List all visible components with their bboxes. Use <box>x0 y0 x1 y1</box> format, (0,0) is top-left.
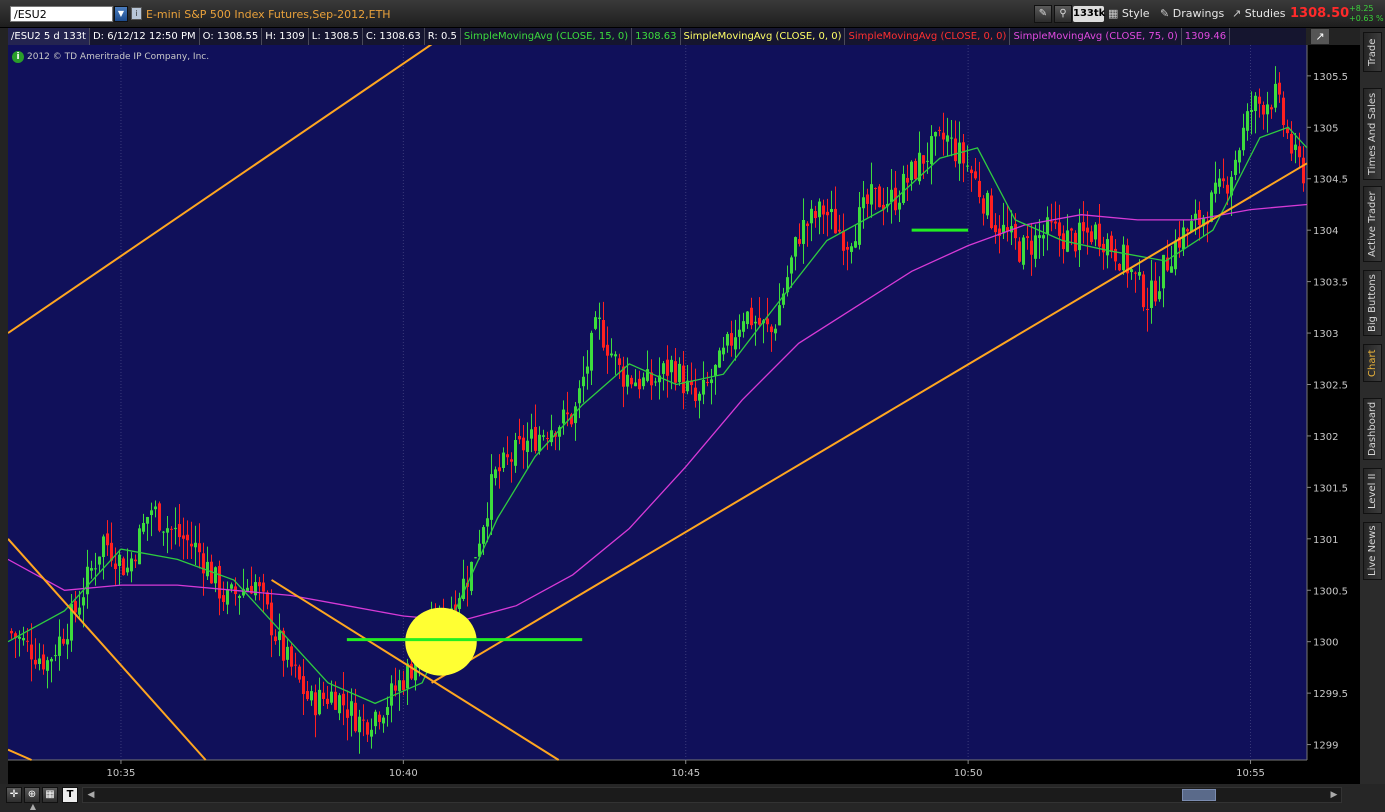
price-tick-label: 1303 <box>1313 329 1338 340</box>
studies-label: Studies <box>1244 7 1286 20</box>
chart-settings-icon[interactable]: ↗ <box>1310 28 1330 45</box>
tab-trade[interactable]: Trade <box>1363 32 1382 72</box>
tab-big-buttons[interactable]: Big Buttons <box>1363 270 1382 336</box>
last-price: 1308.50 <box>1290 6 1350 21</box>
symbol-dropdown-button[interactable]: ▼ <box>114 6 128 22</box>
instrument-description: E-mini S&P 500 Index Futures,Sep-2012,ET… <box>146 8 391 21</box>
time-tick-label: 10:45 <box>671 768 700 779</box>
time-tick-label: 10:55 <box>1236 768 1265 779</box>
bar-date: D: 6/12/12 12:50 PM <box>90 28 200 45</box>
bottom-toolbar: ✛ ⊕ ▦ T ◀ ▶ ▲ <box>0 784 1385 812</box>
chart-window: /ESU2 ▼ i E-mini S&P 500 Index Futures,S… <box>0 0 1385 812</box>
candle <box>122 556 125 576</box>
studies-icon: ↗ <box>1232 7 1242 20</box>
price-tick-label: 1300.5 <box>1313 586 1348 597</box>
candle <box>878 184 881 208</box>
price-tick-label: 1304 <box>1313 226 1338 237</box>
price-tick-label: 1304.5 <box>1313 175 1348 186</box>
time-tick-label: 10:40 <box>389 768 418 779</box>
candle <box>1118 263 1121 272</box>
info-icon[interactable]: i <box>12 51 24 63</box>
horizontal-scrollbar[interactable] <box>82 787 1342 803</box>
candle <box>718 347 721 368</box>
tab-times-and-sales[interactable]: Times And Sales <box>1363 88 1382 180</box>
pencil-icon: ✎ <box>1160 7 1170 20</box>
bar-low: L: 1308.5 <box>309 28 363 45</box>
highlight-ellipse[interactable] <box>405 607 477 676</box>
percent-change: +0.63 % <box>1349 14 1384 23</box>
study-info-bar: /ESU2 5 d 133t D: 6/12/12 12:50 PM O: 1308… <box>8 28 1306 45</box>
scroll-left-icon[interactable]: ◀ <box>84 788 98 802</box>
sma0-label-a[interactable]: SimpleMovingAvg (CLOSE, 0, 0) <box>681 28 846 45</box>
candle <box>914 158 917 181</box>
price-tick-label: 1300 <box>1313 638 1338 649</box>
copyright-notice: i 2012 © TD Ameritrade IP Company, Inc. <box>12 51 209 63</box>
price-tick-label: 1299 <box>1313 741 1338 752</box>
price-tick-label: 1301.5 <box>1313 483 1348 494</box>
candle <box>986 190 989 219</box>
zoom-grid-icon[interactable]: ▦ <box>42 787 58 803</box>
side-tab-panel: Trade Times And Sales Active Trader Big … <box>1360 28 1385 788</box>
price-tick-label: 1305 <box>1313 123 1338 134</box>
bar-close: C: 1308.63 <box>363 28 425 45</box>
plot-area[interactable] <box>8 45 1307 760</box>
price-tick-label: 1299.5 <box>1313 689 1348 700</box>
instrument-info-icon[interactable]: i <box>131 7 142 20</box>
collapse-up-icon[interactable]: ▲ <box>26 800 40 812</box>
candle <box>1142 271 1145 312</box>
tab-active-trader[interactable]: Active Trader <box>1363 186 1382 262</box>
copyright-text: 2012 © TD Ameritrade IP Company, Inc. <box>27 52 210 62</box>
text-tool-icon[interactable]: T <box>62 787 78 803</box>
scroll-right-icon[interactable]: ▶ <box>1327 788 1341 802</box>
crosshair-icon[interactable]: ✛ <box>6 787 22 803</box>
sma15-label[interactable]: SimpleMovingAvg (CLOSE, 15, 0) <box>461 28 633 45</box>
sma75-value: 1309.46 <box>1182 28 1231 45</box>
price-tick-label: 1302 <box>1313 432 1338 443</box>
link-tool-icon[interactable]: ⚲ <box>1054 5 1072 23</box>
net-change: +8.25 <box>1349 4 1374 13</box>
bar-high: H: 1309 <box>262 28 309 45</box>
price-tick-label: 1305.5 <box>1313 72 1348 83</box>
symbol-input[interactable]: /ESU2 <box>10 6 113 22</box>
crosshair-tool-icon[interactable]: ✎ <box>1034 5 1052 23</box>
price-tick-label: 1301 <box>1313 535 1338 546</box>
top-toolbar: /ESU2 ▼ i E-mini S&P 500 Index Futures,S… <box>0 0 1385 28</box>
tab-level-ii[interactable]: Level II <box>1363 468 1382 514</box>
scrollbar-thumb[interactable] <box>1182 789 1216 801</box>
sma0-label-b[interactable]: SimpleMovingAvg (CLOSE, 0, 0) <box>845 28 1011 45</box>
drawings-button[interactable]: ✎ Drawings <box>1160 5 1224 23</box>
style-label: Style <box>1121 7 1150 20</box>
style-button[interactable]: ▦ Style <box>1108 5 1150 23</box>
tab-dashboard[interactable]: Dashboard <box>1363 398 1382 460</box>
price-axis[interactable] <box>1307 45 1360 784</box>
price-chart[interactable]: 1305.5 1305 1304.5 1304 1303.5 1303 1302.5 1302… <box>8 45 1360 784</box>
candle <box>158 501 161 533</box>
price-tick-label: 1302.5 <box>1313 380 1348 391</box>
bar-range: R: 0.5 <box>425 28 461 45</box>
candle <box>1022 235 1025 270</box>
time-axis[interactable] <box>8 760 1307 784</box>
bar-open: O: 1308.55 <box>200 28 263 45</box>
time-tick-label: 10:35 <box>107 768 136 779</box>
style-icon: ▦ <box>1108 7 1119 20</box>
aggregation-badge[interactable]: 133tk <box>1073 6 1105 22</box>
tab-live-news[interactable]: Live News <box>1363 522 1382 580</box>
drawings-label: Drawings <box>1172 7 1225 20</box>
sma75-label[interactable]: SimpleMovingAvg (CLOSE, 75, 0) <box>1010 28 1182 45</box>
period-label[interactable]: /ESU2 5 d 133t <box>8 28 90 45</box>
time-tick-label: 10:50 <box>954 768 983 779</box>
candle <box>138 524 141 565</box>
price-tick-label: 1303.5 <box>1313 278 1348 289</box>
sma15-value: 1308.63 <box>632 28 681 45</box>
studies-button[interactable]: ↗ Studies <box>1232 5 1286 23</box>
tab-chart[interactable]: Chart <box>1363 344 1382 382</box>
